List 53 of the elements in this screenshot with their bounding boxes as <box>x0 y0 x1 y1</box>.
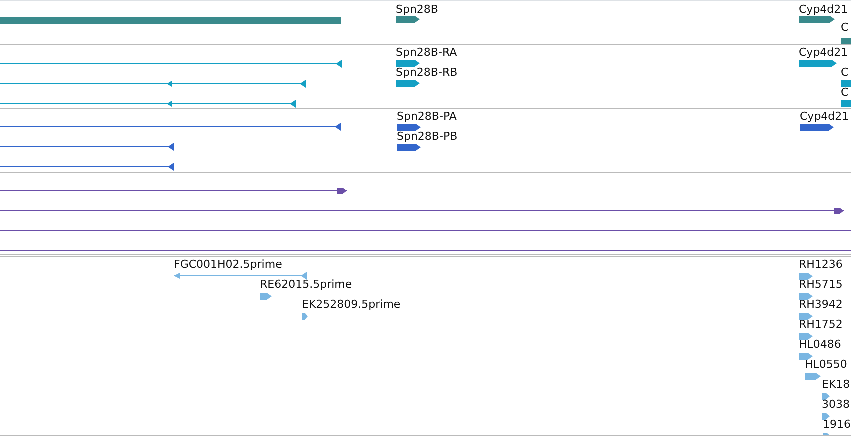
feature-line[interactable] <box>0 100 296 108</box>
feature-bar[interactable] <box>0 16 341 24</box>
feature-bar[interactable] <box>302 312 308 320</box>
feature-bar[interactable] <box>799 352 813 360</box>
feature-label: Spn28B-PA <box>397 110 457 123</box>
feature-line[interactable] <box>0 143 174 151</box>
feature-label: Spn28B-RB <box>396 66 458 79</box>
feature-line[interactable] <box>0 187 347 195</box>
feature-bar[interactable] <box>397 144 421 150</box>
feature-label: RH1236 <box>799 258 843 271</box>
feature-label: HL0486 <box>799 338 842 351</box>
feature-line[interactable] <box>0 123 341 131</box>
feature-label: RH5715 <box>799 278 843 291</box>
feature-label: FGC001H02.5prime <box>174 258 282 271</box>
feature-bar[interactable] <box>799 16 835 22</box>
feature-bar[interactable] <box>805 372 821 380</box>
feature-label: C <box>841 86 849 99</box>
feature-bar[interactable] <box>800 124 834 130</box>
feature-line[interactable] <box>0 163 174 171</box>
feature-label: C <box>841 21 849 34</box>
feature-label: Cyp4d21 <box>800 110 850 123</box>
feature-label: RH1752 <box>799 318 843 331</box>
feature-bar[interactable] <box>841 100 851 106</box>
feature-bar[interactable] <box>799 272 813 280</box>
feature-label: HL0550 <box>805 358 848 371</box>
feature-bar[interactable] <box>396 16 420 22</box>
feature-label: Spn28B-RA <box>396 46 458 59</box>
feature-bar[interactable] <box>396 60 420 66</box>
feature-label: EK252809.5prime <box>302 298 401 311</box>
feature-bar[interactable] <box>397 124 421 130</box>
feature-label: Cyp4d21 <box>799 46 848 59</box>
feature-bar[interactable] <box>396 80 420 86</box>
feature-bar[interactable] <box>841 80 851 86</box>
feature-label: C <box>841 66 849 79</box>
feature-bar[interactable] <box>841 38 851 44</box>
feature-bar[interactable] <box>822 412 830 420</box>
feature-label: RH3942 <box>799 298 843 311</box>
feature-bar[interactable] <box>799 292 813 300</box>
feature-label: RE62015.5prime <box>260 278 352 291</box>
feature-line[interactable] <box>0 207 844 215</box>
feature-bar[interactable] <box>799 60 837 66</box>
feature-line[interactable] <box>0 80 306 88</box>
feature-label: 1916 <box>823 418 851 431</box>
feature-line[interactable] <box>0 60 342 68</box>
feature-label: 3038 <box>822 398 850 411</box>
feature-bar[interactable] <box>822 392 830 400</box>
feature-label: Spn28B-PB <box>397 130 458 143</box>
feature-label: Cyp4d21 <box>799 3 848 16</box>
feature-bar[interactable] <box>260 292 272 300</box>
feature-label: Spn28B <box>396 3 438 16</box>
feature-label: EK18 <box>822 378 850 391</box>
feature-bar[interactable] <box>799 312 813 320</box>
feature-bar[interactable] <box>799 332 813 340</box>
